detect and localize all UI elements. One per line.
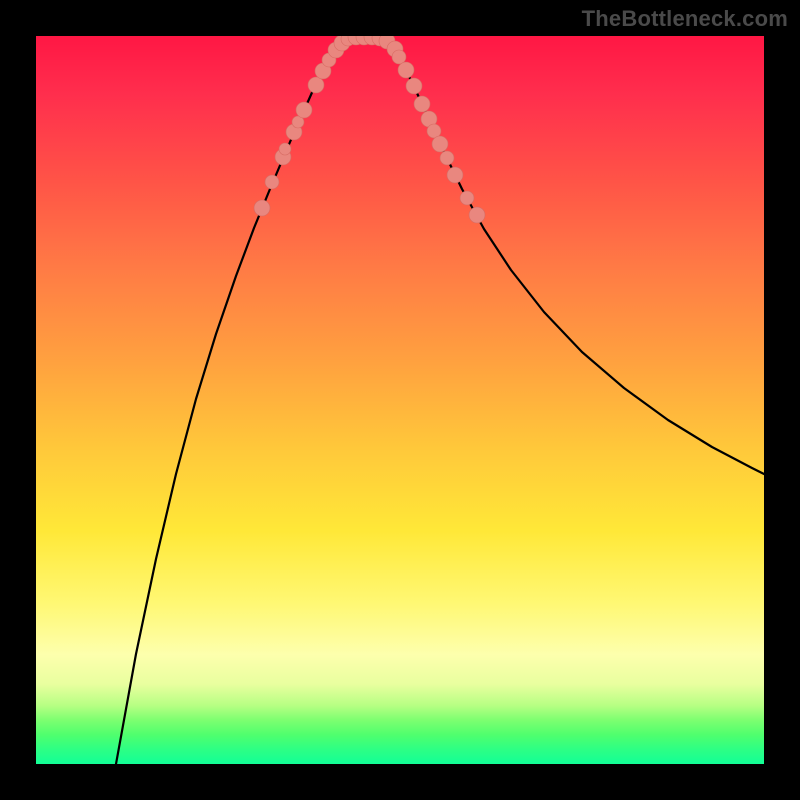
data-marker bbox=[469, 207, 485, 223]
data-marker bbox=[440, 151, 454, 165]
data-marker bbox=[414, 96, 430, 112]
data-marker bbox=[432, 136, 448, 152]
data-marker bbox=[460, 191, 474, 205]
marker-layer bbox=[254, 36, 485, 223]
data-marker bbox=[447, 167, 463, 183]
data-marker bbox=[308, 77, 324, 93]
chart-frame: TheBottleneck.com bbox=[0, 0, 800, 800]
data-marker bbox=[398, 62, 414, 78]
watermark-text: TheBottleneck.com bbox=[582, 6, 788, 32]
plot-area bbox=[36, 36, 764, 764]
curve-layer bbox=[36, 36, 764, 764]
data-marker bbox=[265, 175, 279, 189]
data-marker bbox=[279, 143, 291, 155]
data-marker bbox=[254, 200, 270, 216]
data-marker bbox=[406, 78, 422, 94]
data-marker bbox=[392, 50, 406, 64]
data-marker bbox=[296, 102, 312, 118]
